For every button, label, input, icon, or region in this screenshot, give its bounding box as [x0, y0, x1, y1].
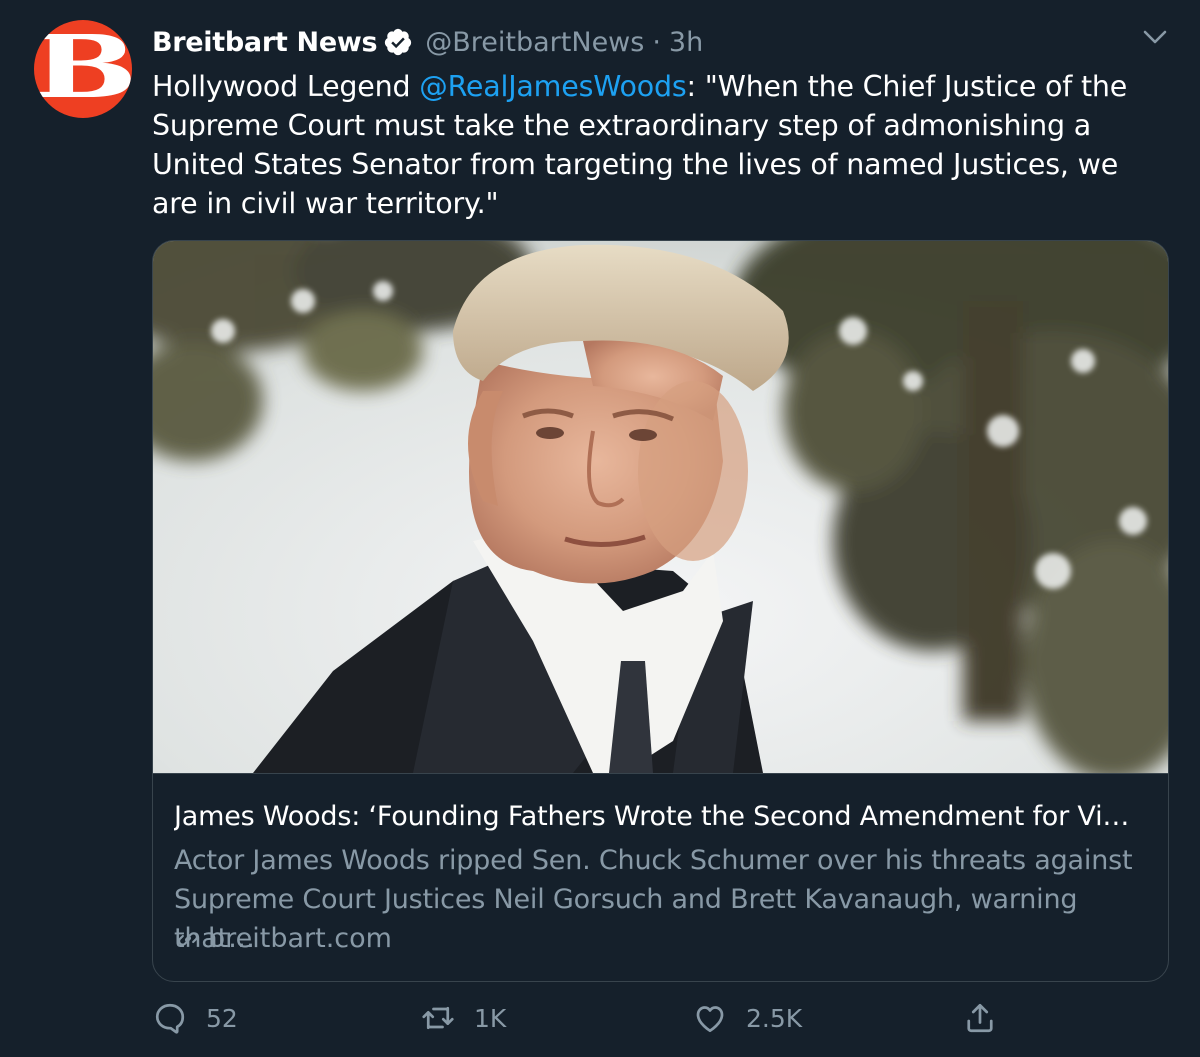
verified-badge-icon	[385, 28, 412, 56]
tweet-text-prefix: Hollywood Legend	[152, 70, 420, 103]
retweet-icon	[422, 1006, 454, 1030]
card-photo	[153, 241, 1168, 774]
card-domain: breitbart.com	[174, 923, 392, 954]
link-preview-card[interactable]: James Woods: ‘Founding Fathers Wrote the…	[152, 240, 1169, 982]
heart-icon	[696, 1006, 724, 1033]
mention-link[interactable]: @RealJamesWoods	[419, 70, 686, 103]
card-domain-text: breitbart.com	[208, 923, 392, 954]
link-icon	[178, 931, 198, 946]
share-button[interactable]	[962, 1000, 1016, 1036]
card-title: James Woods: ‘Founding Fathers Wrote the…	[174, 801, 1130, 832]
reply-icon	[155, 1003, 185, 1034]
retweet-count: 1K	[474, 1003, 507, 1033]
tweet-text: Hollywood Legend @RealJamesWoods: "When …	[152, 67, 1162, 223]
chevron-down-icon[interactable]	[1140, 24, 1170, 50]
tweet[interactable]: B Breitbart News @BreitbartNews · 3h Hol…	[0, 0, 1200, 1057]
avatar-logo-letter: B	[34, 20, 132, 118]
separator-dot: ·	[652, 26, 661, 58]
tweet-timestamp[interactable]: 3h	[669, 27, 703, 58]
author-display-name[interactable]: Breitbart News	[152, 27, 378, 58]
reply-count: 52	[206, 1003, 238, 1033]
avatar[interactable]: B	[34, 20, 132, 118]
reply-button[interactable]: 52	[152, 1000, 238, 1036]
like-button[interactable]: 2.5K	[692, 1000, 802, 1036]
like-count: 2.5K	[746, 1003, 803, 1033]
share-icon	[967, 1003, 993, 1033]
tweet-header: Breitbart News @BreitbartNews · 3h	[152, 24, 703, 60]
retweet-button[interactable]: 1K	[420, 1000, 506, 1036]
tweet-actions: 52 1K 2.5K	[152, 1000, 1162, 1046]
author-handle[interactable]: @BreitbartNews	[425, 27, 644, 58]
